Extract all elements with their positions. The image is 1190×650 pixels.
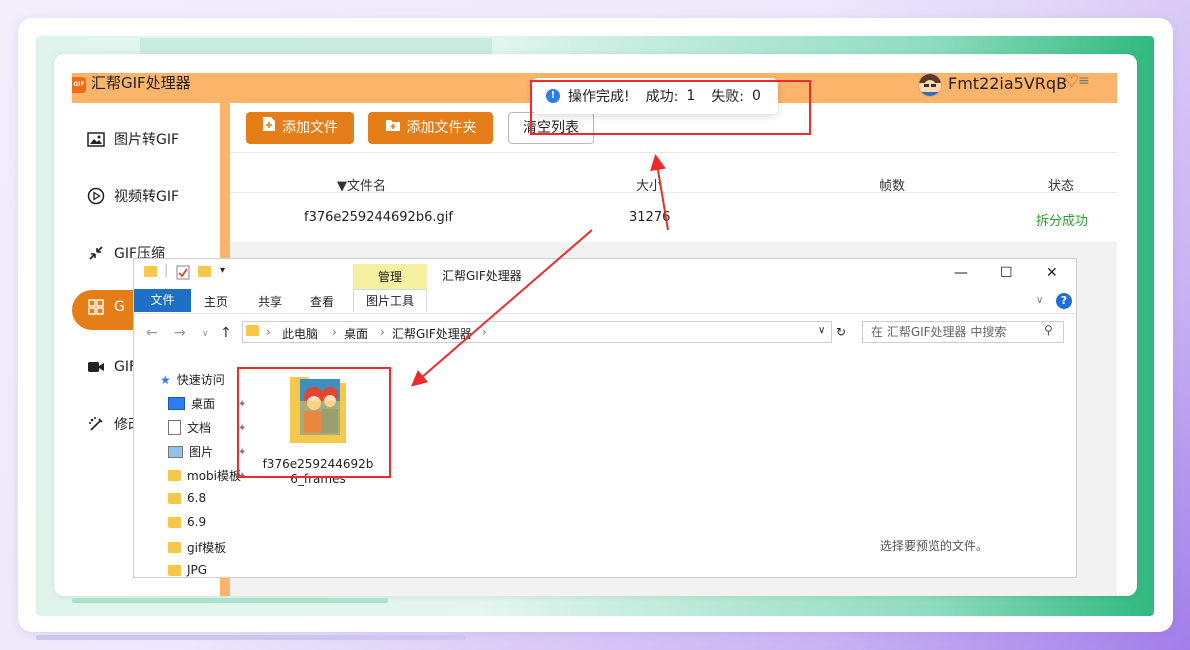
grid-icon [86,298,106,316]
arrow-to-toast [650,154,669,231]
sidebar-item-active[interactable]: G [86,298,125,316]
arrow-to-folder [410,229,593,387]
sidebar-item-label: G [114,299,125,315]
annotation-arrows [410,154,669,387]
